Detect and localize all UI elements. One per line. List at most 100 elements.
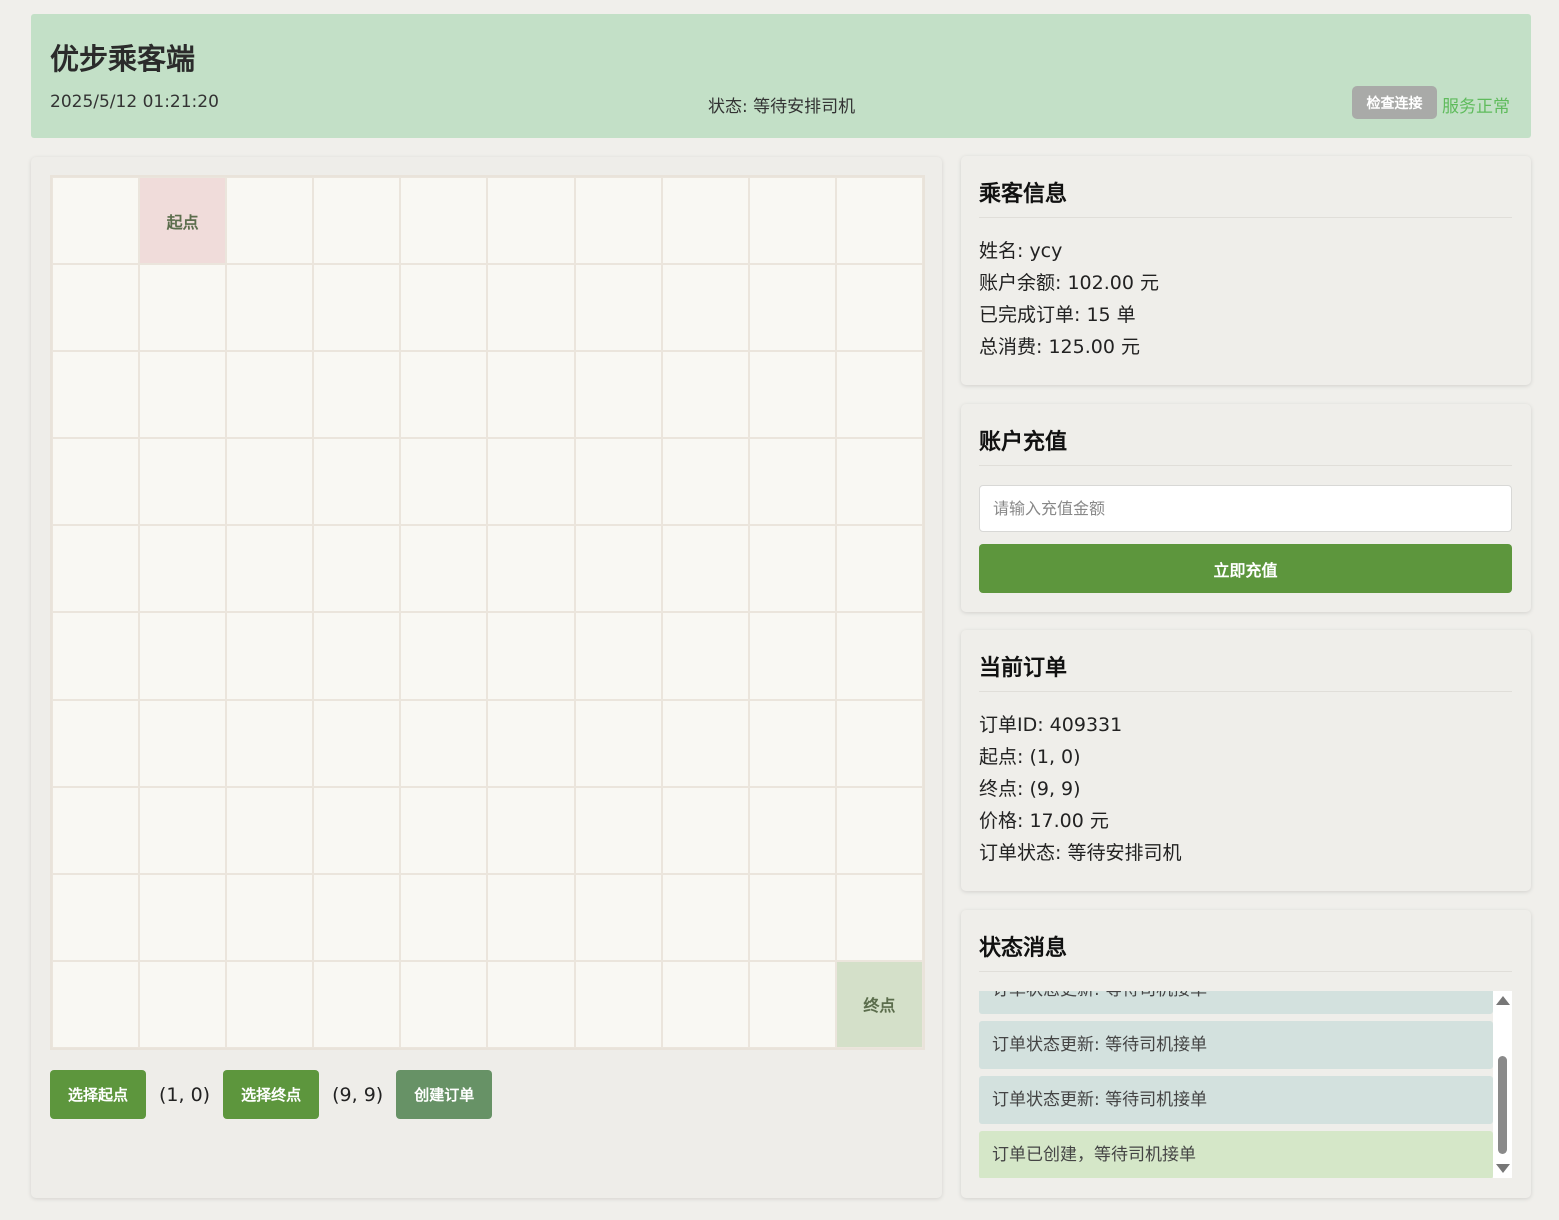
select-start-button[interactable]: 选择起点 <box>50 1070 147 1119</box>
map-cell[interactable] <box>574 699 662 787</box>
message-scrollbar[interactable] <box>1493 991 1512 1178</box>
map-cell[interactable] <box>661 264 749 352</box>
map-cell[interactable] <box>487 786 575 874</box>
map-cell[interactable] <box>748 699 836 787</box>
scroll-down-arrow-icon[interactable] <box>1496 1164 1510 1173</box>
map-cell[interactable] <box>748 438 836 526</box>
map-cell[interactable] <box>52 699 140 787</box>
map-cell[interactable] <box>400 177 488 265</box>
message-list-container[interactable]: 订单状态更新: 等待司机接单 订单状态更新: 等待司机接单 订单状态更新: 等待… <box>979 991 1512 1178</box>
map-cell[interactable] <box>313 960 401 1048</box>
map-cell[interactable] <box>835 873 923 961</box>
map-cell[interactable] <box>52 264 140 352</box>
map-cell-start[interactable]: 起点 <box>139 177 227 265</box>
map-cell[interactable] <box>226 177 314 265</box>
map-cell[interactable] <box>313 438 401 526</box>
map-cell[interactable] <box>226 351 314 439</box>
map-cell[interactable] <box>748 264 836 352</box>
map-cell[interactable] <box>835 786 923 874</box>
map-cell[interactable] <box>748 873 836 961</box>
map-cell[interactable] <box>574 351 662 439</box>
map-cell[interactable] <box>52 177 140 265</box>
map-cell[interactable] <box>661 873 749 961</box>
scroll-thumb[interactable] <box>1498 1056 1507 1154</box>
map-cell[interactable] <box>748 612 836 700</box>
map-cell[interactable] <box>313 525 401 613</box>
map-cell[interactable] <box>661 525 749 613</box>
map-cell[interactable] <box>139 873 227 961</box>
map-cell[interactable] <box>835 699 923 787</box>
map-cell[interactable] <box>52 438 140 526</box>
map-cell[interactable] <box>574 960 662 1048</box>
map-cell[interactable] <box>748 525 836 613</box>
map-cell[interactable] <box>574 786 662 874</box>
scroll-up-arrow-icon[interactable] <box>1496 996 1510 1005</box>
map-cell[interactable] <box>574 525 662 613</box>
map-cell[interactable] <box>139 960 227 1048</box>
select-end-button[interactable]: 选择终点 <box>223 1070 320 1119</box>
map-cell[interactable] <box>835 525 923 613</box>
map-cell[interactable] <box>313 699 401 787</box>
map-cell[interactable] <box>226 612 314 700</box>
map-cell[interactable] <box>226 264 314 352</box>
map-cell[interactable] <box>313 786 401 874</box>
map-cell[interactable] <box>661 612 749 700</box>
map-cell[interactable] <box>139 786 227 874</box>
map-cell[interactable] <box>139 525 227 613</box>
map-cell[interactable] <box>487 699 575 787</box>
map-cell[interactable] <box>835 351 923 439</box>
map-cell[interactable] <box>313 351 401 439</box>
map-cell[interactable] <box>139 438 227 526</box>
map-cell[interactable] <box>748 960 836 1048</box>
map-cell[interactable] <box>139 699 227 787</box>
map-cell[interactable] <box>400 960 488 1048</box>
map-cell[interactable] <box>487 873 575 961</box>
map-cell[interactable] <box>400 612 488 700</box>
map-cell[interactable] <box>313 264 401 352</box>
map-cell[interactable] <box>52 873 140 961</box>
map-cell[interactable] <box>748 786 836 874</box>
map-cell[interactable] <box>400 351 488 439</box>
map-cell[interactable] <box>748 351 836 439</box>
map-cell[interactable] <box>52 351 140 439</box>
map-cell[interactable] <box>487 264 575 352</box>
map-cell[interactable] <box>226 699 314 787</box>
map-cell[interactable] <box>400 525 488 613</box>
create-order-button[interactable]: 创建订单 <box>396 1070 493 1119</box>
map-cell[interactable] <box>835 612 923 700</box>
map-cell[interactable] <box>748 177 836 265</box>
map-cell[interactable] <box>574 438 662 526</box>
map-cell[interactable] <box>835 438 923 526</box>
map-cell[interactable] <box>574 612 662 700</box>
map-cell[interactable] <box>835 264 923 352</box>
map-cell[interactable] <box>313 612 401 700</box>
map-cell[interactable] <box>574 873 662 961</box>
map-cell[interactable] <box>52 960 140 1048</box>
recharge-amount-input[interactable] <box>979 485 1512 532</box>
map-cell[interactable] <box>487 351 575 439</box>
map-cell[interactable] <box>400 786 488 874</box>
map-cell[interactable] <box>313 177 401 265</box>
map-cell[interactable] <box>226 960 314 1048</box>
map-cell[interactable] <box>661 786 749 874</box>
map-cell[interactable] <box>487 177 575 265</box>
map-cell-end[interactable]: 终点 <box>835 960 923 1048</box>
map-cell[interactable] <box>400 438 488 526</box>
map-cell[interactable] <box>52 612 140 700</box>
map-cell[interactable] <box>487 438 575 526</box>
map-cell[interactable] <box>835 177 923 265</box>
map-cell[interactable] <box>487 525 575 613</box>
map-cell[interactable] <box>661 351 749 439</box>
map-cell[interactable] <box>226 786 314 874</box>
recharge-button[interactable]: 立即充值 <box>979 544 1512 593</box>
map-cell[interactable] <box>574 177 662 265</box>
map-cell[interactable] <box>226 525 314 613</box>
map-cell[interactable] <box>400 873 488 961</box>
map-cell[interactable] <box>52 786 140 874</box>
map-cell[interactable] <box>487 612 575 700</box>
map-cell[interactable] <box>313 873 401 961</box>
map-cell[interactable] <box>226 873 314 961</box>
map-cell[interactable] <box>661 438 749 526</box>
map-cell[interactable] <box>400 264 488 352</box>
map-cell[interactable] <box>400 699 488 787</box>
